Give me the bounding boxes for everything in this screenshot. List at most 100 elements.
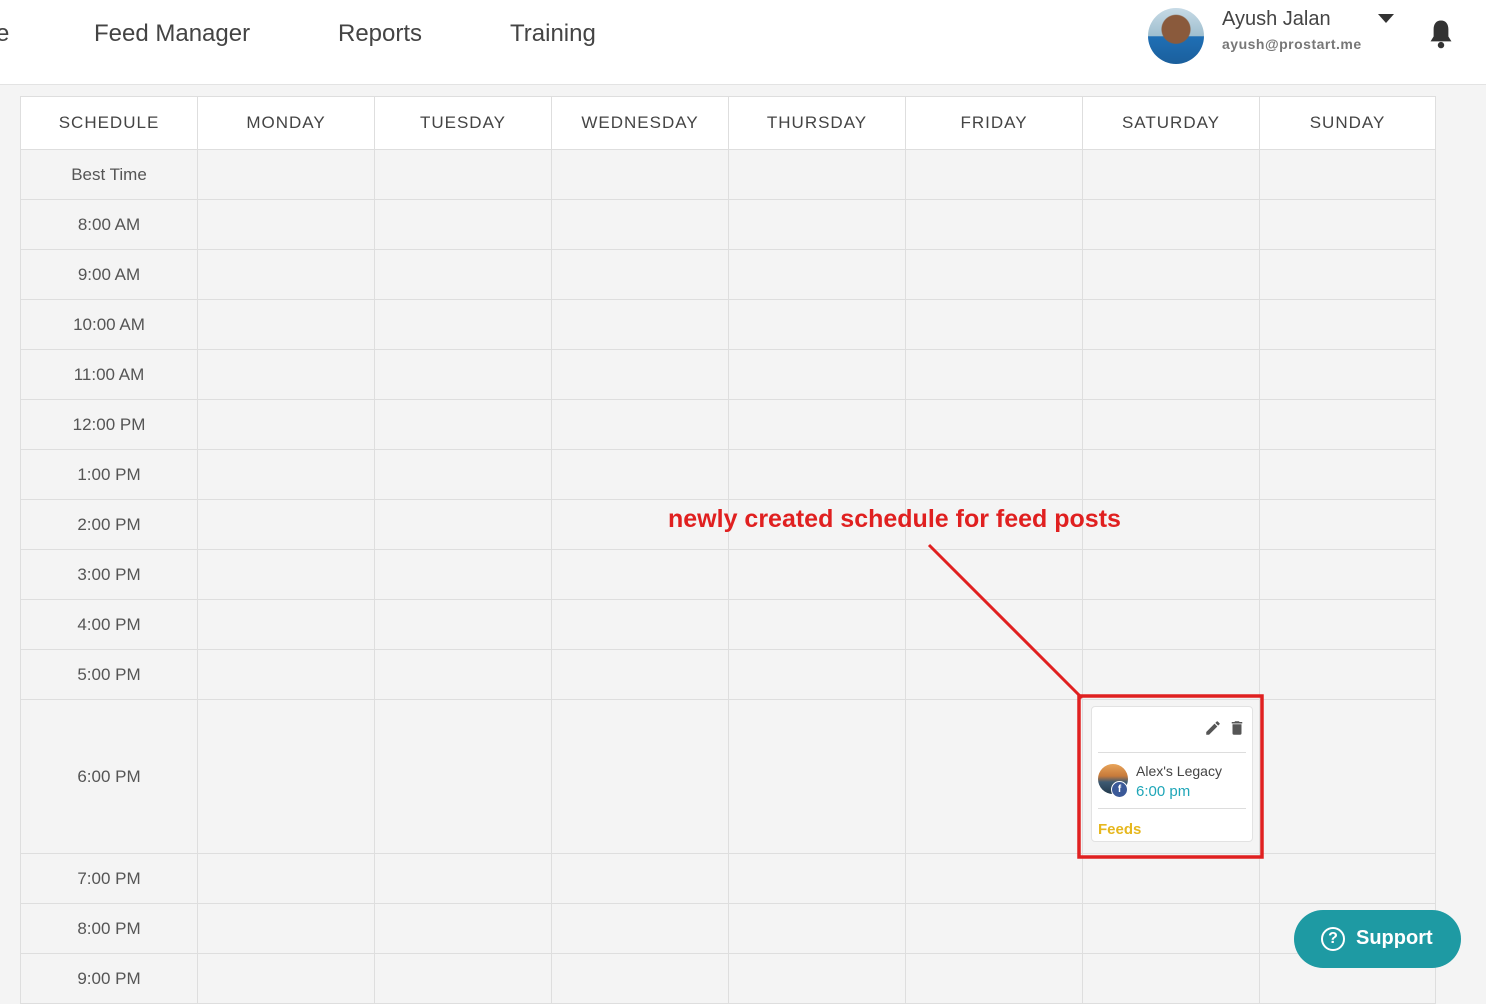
- schedule-slot[interactable]: [197, 399, 375, 450]
- schedule-slot[interactable]: [728, 399, 906, 450]
- schedule-slot[interactable]: [197, 549, 375, 600]
- schedule-slot[interactable]: [374, 549, 552, 600]
- nav-item-feed-manager[interactable]: Feed Manager: [94, 20, 250, 48]
- schedule-slot[interactable]: [728, 599, 906, 650]
- schedule-slot[interactable]: [1082, 953, 1260, 1004]
- schedule-slot[interactable]: [905, 953, 1083, 1004]
- edit-icon[interactable]: [1204, 719, 1222, 737]
- schedule-slot[interactable]: [197, 903, 375, 954]
- schedule-slot[interactable]: [197, 349, 375, 400]
- schedule-slot[interactable]: [374, 299, 552, 350]
- schedule-slot[interactable]: [551, 349, 729, 400]
- schedule-slot[interactable]: [1082, 853, 1260, 904]
- schedule-slot[interactable]: [728, 853, 906, 904]
- schedule-slot[interactable]: [197, 953, 375, 1004]
- schedule-slot[interactable]: [1082, 399, 1260, 450]
- schedule-slot[interactable]: [374, 953, 552, 1004]
- schedule-slot[interactable]: [1259, 249, 1436, 300]
- schedule-slot[interactable]: [1259, 649, 1436, 700]
- schedule-slot[interactable]: [1259, 399, 1436, 450]
- schedule-slot[interactable]: [374, 149, 552, 200]
- schedule-slot[interactable]: [374, 399, 552, 450]
- schedule-slot[interactable]: [728, 199, 906, 250]
- schedule-slot[interactable]: [374, 349, 552, 400]
- schedule-slot[interactable]: [551, 953, 729, 1004]
- schedule-slot[interactable]: [1259, 599, 1436, 650]
- schedule-slot[interactable]: [197, 599, 375, 650]
- support-button[interactable]: ? Support: [1294, 910, 1461, 968]
- schedule-slot[interactable]: [374, 599, 552, 650]
- schedule-slot[interactable]: [551, 199, 729, 250]
- schedule-slot[interactable]: [905, 349, 1083, 400]
- nav-item-training[interactable]: Training: [510, 20, 596, 48]
- schedule-slot[interactable]: [374, 853, 552, 904]
- schedule-slot[interactable]: [1259, 349, 1436, 400]
- schedule-slot[interactable]: [551, 549, 729, 600]
- schedule-slot[interactable]: [905, 449, 1083, 500]
- schedule-card[interactable]: f Alex's Legacy 6:00 pm Feeds: [1091, 706, 1253, 842]
- schedule-slot[interactable]: [1082, 549, 1260, 600]
- schedule-slot[interactable]: [905, 199, 1083, 250]
- schedule-slot[interactable]: [1082, 299, 1260, 350]
- schedule-slot[interactable]: [1082, 249, 1260, 300]
- schedule-slot[interactable]: f Alex's Legacy 6:00 pm Feeds: [1082, 699, 1260, 854]
- schedule-slot[interactable]: [551, 903, 729, 954]
- bell-icon[interactable]: [1426, 18, 1456, 50]
- chevron-down-icon[interactable]: [1378, 14, 1394, 23]
- schedule-slot[interactable]: [197, 853, 375, 904]
- schedule-slot[interactable]: [728, 699, 906, 854]
- schedule-slot[interactable]: [551, 449, 729, 500]
- schedule-slot[interactable]: [1082, 599, 1260, 650]
- schedule-slot[interactable]: [551, 699, 729, 854]
- schedule-slot[interactable]: [905, 549, 1083, 600]
- nav-item-partial[interactable]: e: [0, 20, 9, 48]
- schedule-slot[interactable]: [197, 249, 375, 300]
- schedule-slot[interactable]: [1259, 699, 1436, 854]
- schedule-slot[interactable]: [728, 953, 906, 1004]
- schedule-slot[interactable]: [197, 299, 375, 350]
- schedule-slot[interactable]: [728, 299, 906, 350]
- schedule-slot[interactable]: [1082, 349, 1260, 400]
- schedule-slot[interactable]: [551, 149, 729, 200]
- schedule-slot[interactable]: [905, 399, 1083, 450]
- schedule-slot[interactable]: [1259, 853, 1436, 904]
- schedule-slot[interactable]: [905, 249, 1083, 300]
- schedule-slot[interactable]: [374, 199, 552, 250]
- schedule-slot[interactable]: [197, 449, 375, 500]
- schedule-slot[interactable]: [1259, 149, 1436, 200]
- schedule-slot[interactable]: [374, 649, 552, 700]
- schedule-slot[interactable]: [197, 149, 375, 200]
- schedule-slot[interactable]: [728, 549, 906, 600]
- schedule-slot[interactable]: [374, 499, 552, 550]
- nav-item-reports[interactable]: Reports: [338, 20, 422, 48]
- trash-icon[interactable]: [1228, 719, 1246, 737]
- schedule-slot[interactable]: [905, 149, 1083, 200]
- schedule-slot[interactable]: [551, 853, 729, 904]
- schedule-slot[interactable]: [1082, 149, 1260, 200]
- schedule-slot[interactable]: [1259, 499, 1436, 550]
- schedule-slot[interactable]: [905, 599, 1083, 650]
- schedule-slot[interactable]: [905, 903, 1083, 954]
- schedule-slot[interactable]: [551, 599, 729, 650]
- schedule-slot[interactable]: [1259, 199, 1436, 250]
- schedule-slot[interactable]: [374, 699, 552, 854]
- schedule-slot[interactable]: [1082, 449, 1260, 500]
- schedule-slot[interactable]: [905, 299, 1083, 350]
- schedule-slot[interactable]: [728, 449, 906, 500]
- schedule-slot[interactable]: [905, 853, 1083, 904]
- user-avatar[interactable]: [1148, 8, 1204, 64]
- schedule-slot[interactable]: [197, 499, 375, 550]
- schedule-slot[interactable]: [728, 903, 906, 954]
- schedule-slot[interactable]: [905, 699, 1083, 854]
- schedule-slot[interactable]: [728, 249, 906, 300]
- schedule-slot[interactable]: [551, 299, 729, 350]
- schedule-slot[interactable]: [728, 349, 906, 400]
- schedule-slot[interactable]: [197, 649, 375, 700]
- schedule-slot[interactable]: [1259, 549, 1436, 600]
- schedule-slot[interactable]: [1259, 449, 1436, 500]
- schedule-slot[interactable]: [1259, 299, 1436, 350]
- schedule-slot[interactable]: [551, 399, 729, 450]
- schedule-slot[interactable]: [1082, 199, 1260, 250]
- schedule-slot[interactable]: [551, 249, 729, 300]
- schedule-slot[interactable]: [374, 903, 552, 954]
